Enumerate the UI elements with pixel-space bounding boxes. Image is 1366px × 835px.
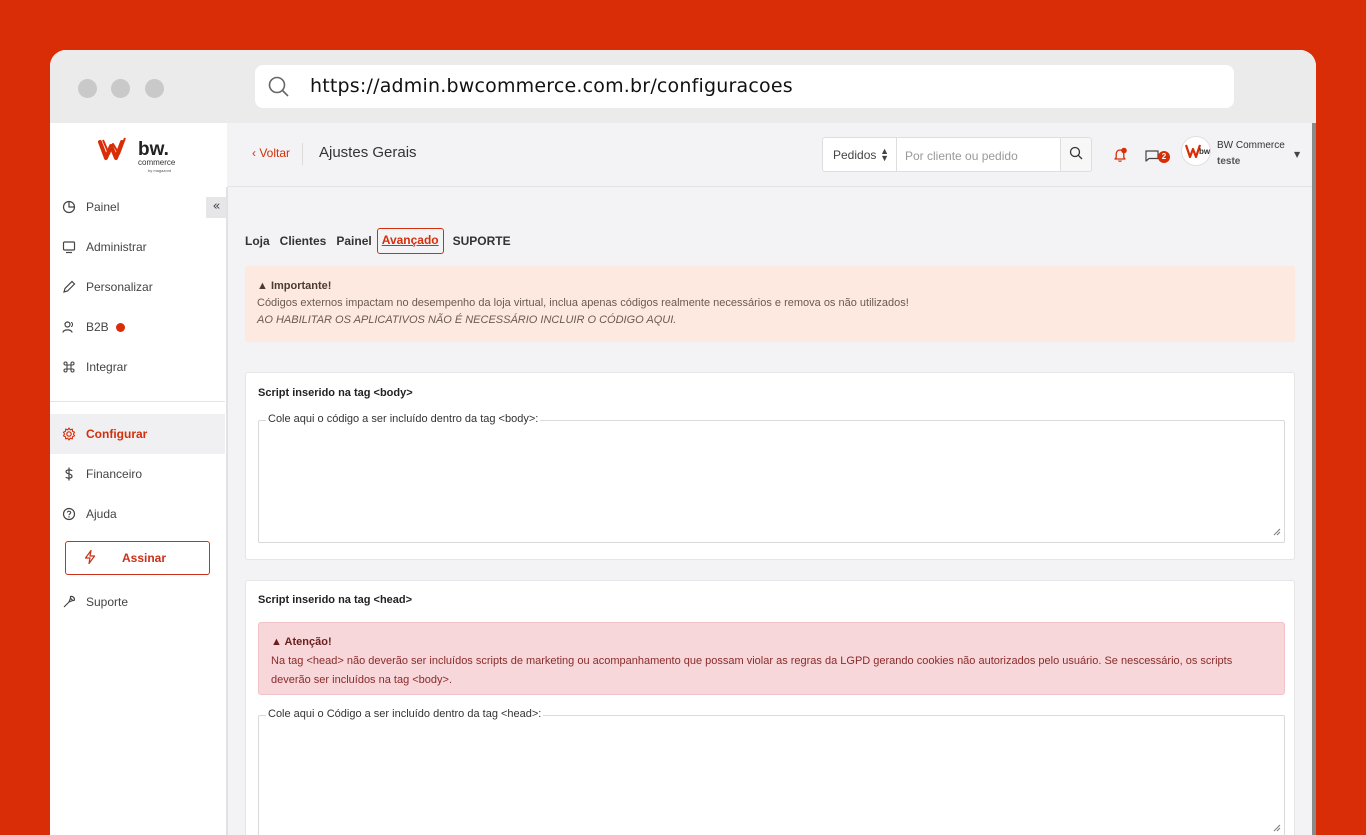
user-role: teste bbox=[1217, 156, 1241, 167]
svg-text:bw: bw bbox=[1199, 147, 1211, 156]
body-script-card: Script inserido na tag <body> Cole aqui … bbox=[245, 372, 1295, 560]
sidebar-item-label: Ajuda bbox=[86, 507, 117, 521]
sidebar-item-suporte[interactable]: Suporte bbox=[50, 582, 225, 622]
body-script-legend: Cole aqui o código a ser incluído dentro… bbox=[266, 413, 541, 425]
assinar-button[interactable]: Assinar bbox=[65, 541, 210, 575]
important-alert-note: AO HABILITAR OS APLICATIVOS NÃO É NECESS… bbox=[257, 314, 677, 326]
sidebar-item-ajuda[interactable]: Ajuda bbox=[50, 494, 225, 534]
url-text: https://admin.bwcommerce.com.br/configur… bbox=[310, 75, 793, 97]
window-close-dot[interactable] bbox=[78, 79, 97, 98]
pie-chart-icon bbox=[62, 200, 76, 214]
sidebar-item-integrar[interactable]: Integrar bbox=[50, 347, 225, 387]
important-alert: ▲ Importante! Códigos externos impactam … bbox=[245, 266, 1295, 342]
assinar-label: Assinar bbox=[122, 551, 167, 565]
title-separator bbox=[302, 143, 303, 165]
command-icon bbox=[62, 360, 76, 374]
user-name: BW Commerce bbox=[1217, 140, 1285, 151]
user-menu-caret-icon[interactable]: ▼ bbox=[1294, 150, 1300, 159]
sidebar-border bbox=[226, 187, 228, 835]
sidebar-item-financeiro[interactable]: Financeiro bbox=[50, 454, 225, 494]
resize-handle-icon[interactable] bbox=[1273, 521, 1281, 540]
important-alert-text: Códigos externos impactam no desempenho … bbox=[257, 297, 909, 309]
sidebar-item-administrar[interactable]: Administrar bbox=[50, 227, 225, 267]
select-arrows-icon: ▲ ▼ bbox=[880, 146, 889, 163]
sidebar-item-label: B2B bbox=[86, 320, 109, 334]
sidebar-item-label: Personalizar bbox=[86, 280, 153, 294]
help-circle-icon bbox=[62, 507, 76, 521]
tab-clientes[interactable]: Clientes bbox=[275, 228, 332, 254]
browser-chrome: https://admin.bwcommerce.com.br/configur… bbox=[50, 50, 1316, 123]
sidebar-item-label: Configurar bbox=[86, 427, 148, 441]
tab-avancado[interactable]: Avançado bbox=[376, 228, 444, 254]
chat-count-badge: 2 bbox=[1158, 151, 1170, 163]
svg-text:commerce: commerce bbox=[138, 158, 176, 167]
gear-icon bbox=[62, 427, 76, 441]
sidebar-item-label: Financeiro bbox=[86, 467, 143, 481]
chat-icon[interactable] bbox=[1145, 148, 1159, 167]
head-warning-alert: ▲ Atenção! Na tag <head> não deverão ser… bbox=[258, 622, 1285, 695]
address-bar[interactable]: https://admin.bwcommerce.com.br/configur… bbox=[255, 65, 1234, 108]
settings-tabs: Loja Clientes Painel Avançado SUPORTE bbox=[245, 228, 516, 254]
head-script-textarea[interactable]: Cole aqui o Código a ser incluído dentro… bbox=[258, 708, 1285, 835]
avatar[interactable]: bw bbox=[1181, 136, 1211, 166]
page-title: Ajustes Gerais bbox=[319, 144, 417, 161]
browser-window: https://admin.bwcommerce.com.br/configur… bbox=[50, 50, 1316, 835]
pencil-icon bbox=[62, 280, 76, 294]
head-script-card: Script inserido na tag <head> ▲ Atenção!… bbox=[245, 580, 1295, 835]
sidebar-item-label: Painel bbox=[86, 200, 120, 214]
sidebar-item-configurar[interactable]: Configurar bbox=[50, 414, 225, 454]
body-script-textarea[interactable]: Cole aqui o código a ser incluído dentro… bbox=[258, 413, 1285, 543]
head-warning-text: Na tag <head> não deverão ser incluídos … bbox=[271, 655, 1233, 686]
search-input[interactable]: Por cliente ou pedido bbox=[896, 137, 1061, 172]
head-script-legend: Cole aqui o Código a ser incluído dentro… bbox=[266, 708, 544, 720]
important-alert-title: ▲ Importante! bbox=[257, 280, 332, 292]
zap-icon bbox=[84, 549, 96, 567]
users-icon bbox=[62, 320, 76, 334]
tab-loja[interactable]: Loja bbox=[245, 228, 275, 254]
window-minimize-dot[interactable] bbox=[111, 79, 130, 98]
monitor-icon bbox=[62, 240, 76, 254]
topbar: ‹ Voltar Ajustes Gerais Pedidos ▲ ▼ Por c… bbox=[228, 123, 1316, 187]
sidebar: bw. commerce by magazord « Painel Admini… bbox=[50, 123, 227, 835]
back-link[interactable]: ‹ Voltar bbox=[252, 146, 290, 160]
notification-bell-icon[interactable] bbox=[1112, 147, 1128, 167]
search-button[interactable] bbox=[1060, 137, 1092, 172]
warning-triangle-icon: ▲ bbox=[271, 636, 282, 648]
sidebar-item-personalizar[interactable]: Personalizar bbox=[50, 267, 225, 307]
dollar-icon bbox=[62, 467, 76, 481]
sidebar-item-label: Suporte bbox=[86, 595, 129, 609]
svg-text:by magazord: by magazord bbox=[148, 168, 171, 173]
body-script-title: Script inserido na tag <body> bbox=[258, 387, 413, 399]
resize-handle-icon[interactable] bbox=[1273, 817, 1281, 835]
head-warning-title: ▲ Atenção! bbox=[271, 636, 332, 648]
admin-app: bw. commerce by magazord « Painel Admini… bbox=[50, 123, 1316, 835]
wrench-icon bbox=[62, 595, 76, 609]
head-script-title: Script inserido na tag <head> bbox=[258, 594, 413, 606]
window-maximize-dot[interactable] bbox=[145, 79, 164, 98]
search-icon bbox=[267, 75, 291, 103]
sidebar-item-painel[interactable]: Painel bbox=[50, 187, 225, 227]
page-scrollbar[interactable] bbox=[1312, 123, 1316, 835]
b2b-badge-dot bbox=[115, 322, 125, 332]
search-icon bbox=[1069, 145, 1083, 164]
sidebar-divider bbox=[50, 401, 225, 402]
tab-painel[interactable]: Painel bbox=[331, 228, 376, 254]
sidebar-item-b2b[interactable]: B2B bbox=[50, 307, 225, 347]
warning-triangle-icon: ▲ bbox=[257, 280, 268, 292]
brand-logo[interactable]: bw. commerce by magazord bbox=[98, 136, 188, 180]
sidebar-item-label: Administrar bbox=[86, 240, 147, 254]
svg-text:bw.: bw. bbox=[138, 139, 169, 160]
search-scope-select[interactable]: Pedidos ▲ ▼ bbox=[822, 137, 897, 172]
tab-suporte[interactable]: SUPORTE bbox=[448, 228, 516, 254]
sidebar-item-label: Integrar bbox=[86, 360, 128, 374]
